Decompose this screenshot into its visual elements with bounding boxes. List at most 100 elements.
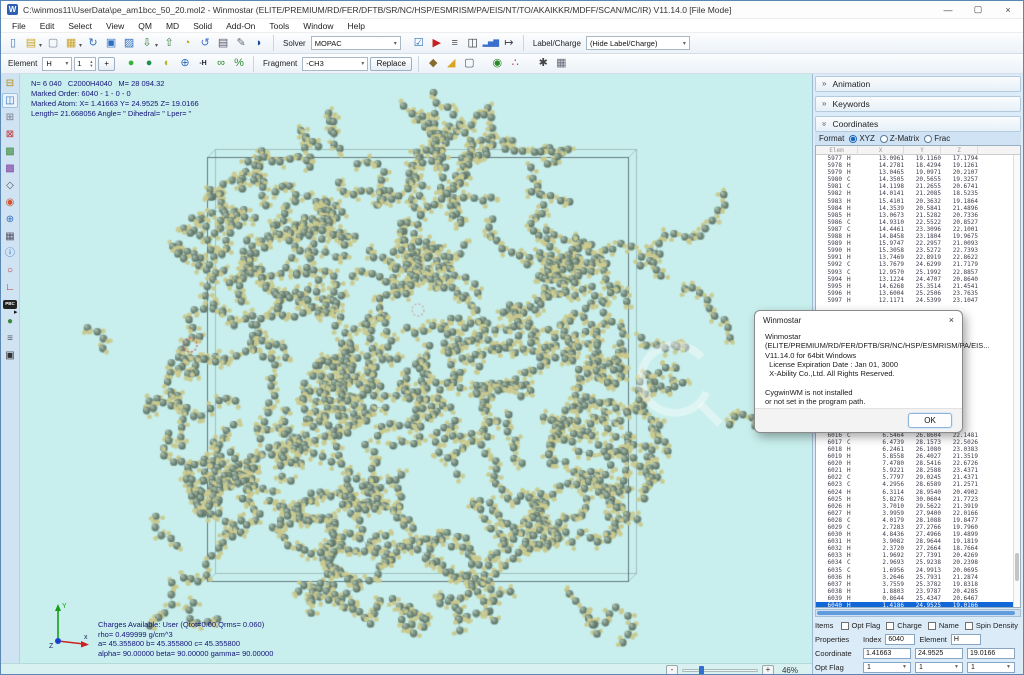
new-molecule-icon[interactable]: ▯ <box>5 35 21 51</box>
send-icon[interactable]: ↦ <box>501 35 517 51</box>
table-row[interactable]: 5990H15.305823.527222.7393 <box>816 247 1020 254</box>
history-icon[interactable]: ◔ <box>179 35 195 51</box>
table-row[interactable]: 6028C4.017928.108819.8477 <box>816 517 1020 524</box>
table-row[interactable]: 6025H5.827630.060421.7723 <box>816 496 1020 503</box>
zoom-slider-thumb[interactable] <box>699 666 704 675</box>
config-check-icon[interactable]: ☑ <box>411 35 427 51</box>
opt-flag-y-select[interactable]: 1▼ <box>915 662 963 673</box>
table-hscrollbar-thumb[interactable] <box>817 611 1015 615</box>
close-button[interactable]: × <box>993 1 1023 18</box>
save-icon[interactable]: ▣ <box>103 35 119 51</box>
export-icon[interactable]: ⇧ <box>161 35 177 51</box>
marker-circle-icon[interactable]: ○ <box>2 263 18 278</box>
move-mode-icon[interactable]: ⊕ <box>2 212 18 227</box>
green-panel-icon[interactable]: ▩ <box>2 144 18 159</box>
element-select[interactable]: H▾ <box>42 57 72 71</box>
table-row[interactable]: 6037H3.755925.378219.8318 <box>816 581 1020 588</box>
checkbox-spin-density[interactable] <box>965 622 973 630</box>
atom-green-icon[interactable]: ● <box>123 56 139 72</box>
3d-wedge-icon[interactable]: ◗ <box>251 35 267 51</box>
tile-windows-icon[interactable]: ⊞ <box>2 110 18 125</box>
table-row[interactable]: 6034C2.969325.923820.2398 <box>816 559 1020 566</box>
info-icon[interactable]: ⓘ <box>2 246 18 261</box>
translate-icon[interactable]: ⊕ <box>177 56 193 72</box>
chevron-down-icon[interactable]: ▾ <box>39 42 42 49</box>
spinner-arrows-icon[interactable]: ▲▼ <box>89 60 93 68</box>
zoom-slider[interactable] <box>682 669 758 672</box>
coordinate-z-field[interactable] <box>967 648 1015 659</box>
ellipsoid-icon[interactable]: ● <box>2 314 18 329</box>
grid-table-icon[interactable]: ▦ <box>2 229 18 244</box>
new-file-icon[interactable]: ▢ <box>45 35 61 51</box>
table-row[interactable]: 6017C6.473928.157322.5026 <box>816 439 1020 446</box>
table-row[interactable]: 6033H1.969227.739120.4269 <box>816 552 1020 559</box>
log-icon[interactable]: ≡ <box>447 35 463 51</box>
table-row[interactable]: 6022C5.779729.024521.4371 <box>816 474 1020 481</box>
table-row[interactable]: 6031H3.908228.964419.1819 <box>816 538 1020 545</box>
replace-button[interactable]: Replace <box>370 57 412 71</box>
table-row[interactable]: 5994H13.122424.470720.8640 <box>816 276 1020 283</box>
radio-icon[interactable] <box>924 135 932 143</box>
table-row[interactable]: 6019H5.855826.402721.3519 <box>816 453 1020 460</box>
import-icon[interactable]: ⇩ <box>139 35 155 51</box>
opt-flag-x-select[interactable]: 1▼ <box>863 662 911 673</box>
menu-help[interactable]: Help <box>340 21 371 31</box>
format-option-xyz[interactable]: XYZ <box>849 134 875 143</box>
gear-icon[interactable]: ✱ <box>535 56 551 72</box>
radio-icon[interactable] <box>880 135 888 143</box>
notes-icon[interactable]: ✎ <box>233 35 249 51</box>
menu-add-on[interactable]: Add-On <box>219 21 262 31</box>
table-row[interactable]: 5980C14.350520.565519.3257 <box>816 176 1020 183</box>
table-row[interactable]: 5982H14.014121.208518.5235 <box>816 190 1020 197</box>
measure-icon[interactable]: % <box>231 56 247 72</box>
menu-tools[interactable]: Tools <box>262 21 296 31</box>
table-row[interactable]: 5997H12.117124.539923.1047 <box>816 297 1020 304</box>
mesh-sphere-icon[interactable]: ◉ <box>489 56 505 72</box>
solver-select[interactable]: MOPAC▾ <box>311 36 401 50</box>
table-row[interactable]: 6027H3.995927.940022.0166 <box>816 510 1020 517</box>
save-as-icon[interactable]: ▨ <box>121 35 137 51</box>
table-row[interactable]: 6021H5.922128.258823.4371 <box>816 467 1020 474</box>
table-scrollbar-thumb[interactable] <box>1015 553 1019 581</box>
table-row[interactable]: 6032H2.372027.266418.7664 <box>816 545 1020 552</box>
section-coordinates[interactable]: » Coordinates <box>815 116 1021 132</box>
save-folder-icon[interactable]: ▦ <box>63 35 79 51</box>
format-option-frac[interactable]: Frac <box>924 134 950 143</box>
checkbox-charge[interactable] <box>886 622 894 630</box>
minimize-button[interactable]: — <box>933 1 963 18</box>
label-charge-select[interactable]: (Hide Label/Charge)▾ <box>586 36 690 50</box>
zoom-in-button[interactable]: + <box>762 665 774 675</box>
table-row[interactable]: 5995H14.626825.351421.4541 <box>816 283 1020 290</box>
table-row[interactable]: 5989H15.974722.295721.0093 <box>816 240 1020 247</box>
molecule-canvas[interactable] <box>20 74 814 663</box>
bond-icon[interactable]: ∞ <box>213 56 229 72</box>
table-row[interactable]: 5983H15.410120.363219.1864 <box>816 198 1020 205</box>
table-scrollbar[interactable] <box>1013 155 1020 607</box>
table-row[interactable]: 6038H1.880323.978720.4285 <box>816 588 1020 595</box>
table-hscrollbar[interactable] <box>815 609 1021 617</box>
bond-color-icon[interactable]: ∴ <box>507 56 523 72</box>
opt-flag-z-select[interactable]: 1▼ <box>967 662 1015 673</box>
table-row[interactable]: 5988H14.845823.180419.9675 <box>816 233 1020 240</box>
radio-selected-icon[interactable] <box>849 135 857 143</box>
add-atom-button[interactable]: + <box>98 57 115 71</box>
menu-window[interactable]: Window <box>296 21 340 31</box>
table-row[interactable]: 6035C1.695624.991320.0695 <box>816 567 1020 574</box>
table-row[interactable]: 5978H14.278118.429419.1261 <box>816 162 1020 169</box>
table-row[interactable]: 6020H7.478028.541622.6726 <box>816 460 1020 467</box>
animation-icon[interactable]: ◫ <box>465 35 481 51</box>
coordinate-x-field[interactable] <box>863 648 911 659</box>
menu-select[interactable]: Select <box>61 21 99 31</box>
table-row[interactable]: 5991H13.746922.891922.8622 <box>816 254 1020 261</box>
coordinate-y-field[interactable] <box>915 648 963 659</box>
element-field[interactable] <box>951 634 981 645</box>
chevron-down-icon[interactable]: ▾ <box>79 42 82 49</box>
menu-file[interactable]: File <box>5 21 33 31</box>
index-field[interactable] <box>885 634 915 645</box>
zoom-out-button[interactable]: - <box>666 665 678 675</box>
run-icon[interactable]: ▶ <box>429 35 445 51</box>
maximize-button[interactable]: ▢ <box>963 1 993 18</box>
camera-icon[interactable]: ▣ <box>2 348 18 363</box>
brush-icon[interactable]: ◢ <box>443 56 459 72</box>
table-row[interactable]: 5992C13.767924.629921.7179 <box>816 261 1020 268</box>
